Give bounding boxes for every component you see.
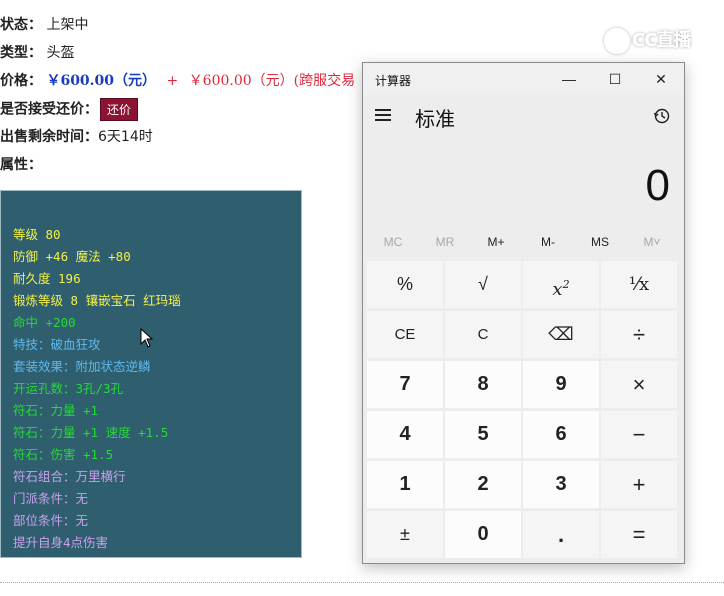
equals-button[interactable]: = — [601, 511, 677, 558]
window-title: 计算器 — [375, 74, 412, 88]
mouse-cursor-icon — [140, 328, 154, 348]
price-value: ￥600.00（元） — [46, 73, 157, 89]
price-plus: + — [166, 73, 179, 89]
attribute-panel: 等级 80 防御 +46 魔法 +80 耐久度 196 锻炼等级 8 镶嵌宝石 … — [0, 190, 302, 558]
clear-button[interactable]: C — [445, 311, 521, 358]
subtract-button[interactable]: − — [601, 411, 677, 458]
divider — [0, 582, 724, 583]
attr-line: 防御 +46 魔法 +80 — [13, 249, 131, 264]
attr-label: 属性： — [0, 157, 42, 173]
type-value: 头盔 — [46, 45, 75, 61]
backspace-button[interactable]: ⌫ — [523, 311, 599, 358]
remaining-label: 出售剩余时间： — [0, 129, 98, 145]
attr-line: 耐久度 196 — [13, 271, 81, 286]
cutoff-line — [0, 0, 5, 10]
bargain-button[interactable]: 还价 — [100, 98, 139, 121]
digit-9-button[interactable]: 9 — [523, 361, 599, 408]
attr-line: 锻炼等级 8 镶嵌宝石 红玛瑙 — [13, 293, 181, 308]
watermark-logo-icon — [604, 28, 630, 54]
square-label: x — [552, 279, 563, 300]
attr-line: 符石：力量 +1 — [13, 403, 99, 418]
memory-subtract-button[interactable]: M- — [522, 235, 574, 249]
status-row: 状态： 上架中 — [0, 14, 88, 34]
price-label: 价格： — [0, 73, 42, 89]
watermark-text: CC直播 — [632, 30, 691, 51]
digit-2-button[interactable]: 2 — [445, 461, 521, 508]
divide-button[interactable]: ÷ — [601, 311, 677, 358]
close-button[interactable]: ✕ — [638, 63, 684, 95]
backspace-icon: ⌫ — [548, 324, 574, 344]
calculator-mode-title: 标准 — [415, 109, 455, 131]
memory-list-button[interactable]: M˅ — [626, 235, 678, 249]
attr-line: 符石：力量 +1 速度 +1.5 — [13, 425, 169, 440]
maximize-button[interactable]: ☐ — [592, 63, 638, 95]
attr-line: 门派条件：无 — [13, 491, 89, 506]
clear-entry-button[interactable]: CE — [367, 311, 443, 358]
attr-line: 套装效果：附加状态逆鳞 — [13, 359, 151, 374]
cross-server-price: ￥600.00（元）(跨服交易 — [188, 73, 356, 89]
negate-button[interactable]: ± — [367, 511, 443, 558]
decimal-button[interactable]: . — [523, 511, 599, 558]
digit-6-button[interactable]: 6 — [523, 411, 599, 458]
attr-line: 开运孔数：3孔/3孔 — [13, 381, 124, 396]
reciprocal-button[interactable]: ¹⁄x — [601, 261, 677, 308]
digit-5-button[interactable]: 5 — [445, 411, 521, 458]
remaining-value: 6天14时 — [98, 129, 153, 145]
digit-0-button[interactable]: 0 — [445, 511, 521, 558]
attr-line: 提升自身4点伤害 — [13, 535, 109, 550]
price-row: 价格： ￥600.00（元） + ￥600.00（元）(跨服交易 — [0, 70, 355, 90]
memory-clear-button[interactable]: MC — [367, 235, 419, 249]
digit-4-button[interactable]: 4 — [367, 411, 443, 458]
square-superscript: 2 — [562, 278, 570, 291]
attr-line: 部位条件：无 — [13, 513, 89, 528]
memory-add-button[interactable]: M+ — [470, 235, 522, 249]
attr-line: 等级 80 — [13, 227, 61, 242]
attr-line: 特技：破血狂攻 — [13, 337, 101, 352]
digit-8-button[interactable]: 8 — [445, 361, 521, 408]
attr-line: 符石：伤害 +1.5 — [13, 447, 114, 462]
hamburger-menu-icon[interactable] — [375, 109, 391, 123]
attr-row: 属性： — [0, 154, 42, 174]
remaining-row: 出售剩余时间：6天14时 — [0, 126, 153, 146]
type-row: 类型： 头盔 — [0, 42, 74, 62]
digit-1-button[interactable]: 1 — [367, 461, 443, 508]
digit-3-button[interactable]: 3 — [523, 461, 599, 508]
add-button[interactable]: + — [601, 461, 677, 508]
bargain-row: 是否接受还价： 还价 — [0, 98, 139, 121]
memory-recall-button[interactable]: MR — [419, 235, 471, 249]
multiply-button[interactable]: × — [601, 361, 677, 408]
calculator-window: 计算器 — ☐ ✕ 标准 0 MC MR M+ M- MS M˅ % √ x2 … — [362, 62, 685, 564]
attr-line: 符石组合：万里横行 — [13, 469, 126, 484]
percent-button[interactable]: % — [367, 261, 443, 308]
attr-line: 命中 +200 — [13, 315, 76, 330]
watermark: CC直播 — [604, 26, 691, 54]
type-label: 类型： — [0, 45, 42, 61]
bargain-label: 是否接受还价： — [0, 101, 98, 118]
status-label: 状态： — [0, 17, 42, 33]
calculator-titlebar[interactable]: 计算器 — ☐ ✕ — [363, 63, 684, 95]
status-value: 上架中 — [46, 17, 89, 33]
history-icon[interactable] — [653, 107, 671, 125]
digit-7-button[interactable]: 7 — [367, 361, 443, 408]
memory-store-button[interactable]: MS — [574, 235, 626, 249]
minimize-button[interactable]: — — [546, 63, 592, 95]
result-display: 0 — [645, 161, 670, 210]
square-button[interactable]: x2 — [523, 261, 599, 308]
sqrt-button[interactable]: √ — [445, 261, 521, 308]
